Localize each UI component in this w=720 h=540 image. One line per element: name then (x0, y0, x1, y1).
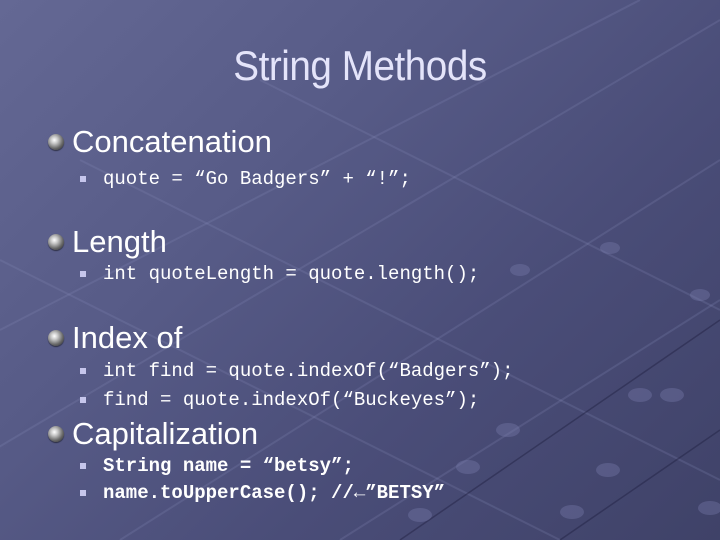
bullet-indexof-code-2: find = quote.indexOf(“Buckeyes”); (80, 389, 479, 411)
bullet-concatenation-code: quote = “Go Badgers” + “!”; (80, 168, 411, 190)
code-text: quote = “Go Badgers” + “!”; (103, 168, 411, 190)
heading-capitalization: Capitalization (48, 416, 258, 452)
bullet-capitalization-code-2: name.toUpperCase(); //←”BETSY” (80, 482, 445, 504)
square-bullet-icon (80, 490, 86, 496)
bullet-indexof-code-1: int find = quote.indexOf(“Badgers”); (80, 360, 513, 382)
sphere-bullet-icon (48, 330, 64, 346)
heading-text: Capitalization (72, 416, 259, 451)
code-text: name.toUpperCase(); //←”BETSY” (103, 482, 446, 504)
square-bullet-icon (80, 463, 86, 469)
sphere-bullet-icon (48, 426, 64, 442)
code-text: find = quote.indexOf(“Buckeyes”); (103, 389, 480, 411)
heading-index-of: Index of (48, 320, 182, 356)
heading-text: Length (72, 224, 167, 259)
code-text: int quoteLength = quote.length(); (103, 263, 480, 285)
square-bullet-icon (80, 397, 86, 403)
sphere-bullet-icon (48, 134, 64, 150)
square-bullet-icon (80, 271, 86, 277)
heading-text: Index of (72, 320, 183, 355)
bullet-length-code: int quoteLength = quote.length(); (80, 263, 479, 285)
heading-length: Length (48, 224, 167, 260)
code-text: int find = quote.indexOf(“Badgers”); (103, 360, 514, 382)
slide: String Methods Concatenation quote = “Go… (0, 0, 720, 540)
heading-text: Concatenation (72, 124, 272, 159)
slide-title: String Methods (233, 42, 487, 89)
sphere-bullet-icon (48, 234, 64, 250)
square-bullet-icon (80, 176, 86, 182)
square-bullet-icon (80, 368, 86, 374)
heading-concatenation: Concatenation (48, 124, 272, 160)
code-text: String name = “betsy”; (103, 455, 354, 477)
bullet-capitalization-code-1: String name = “betsy”; (80, 455, 354, 477)
